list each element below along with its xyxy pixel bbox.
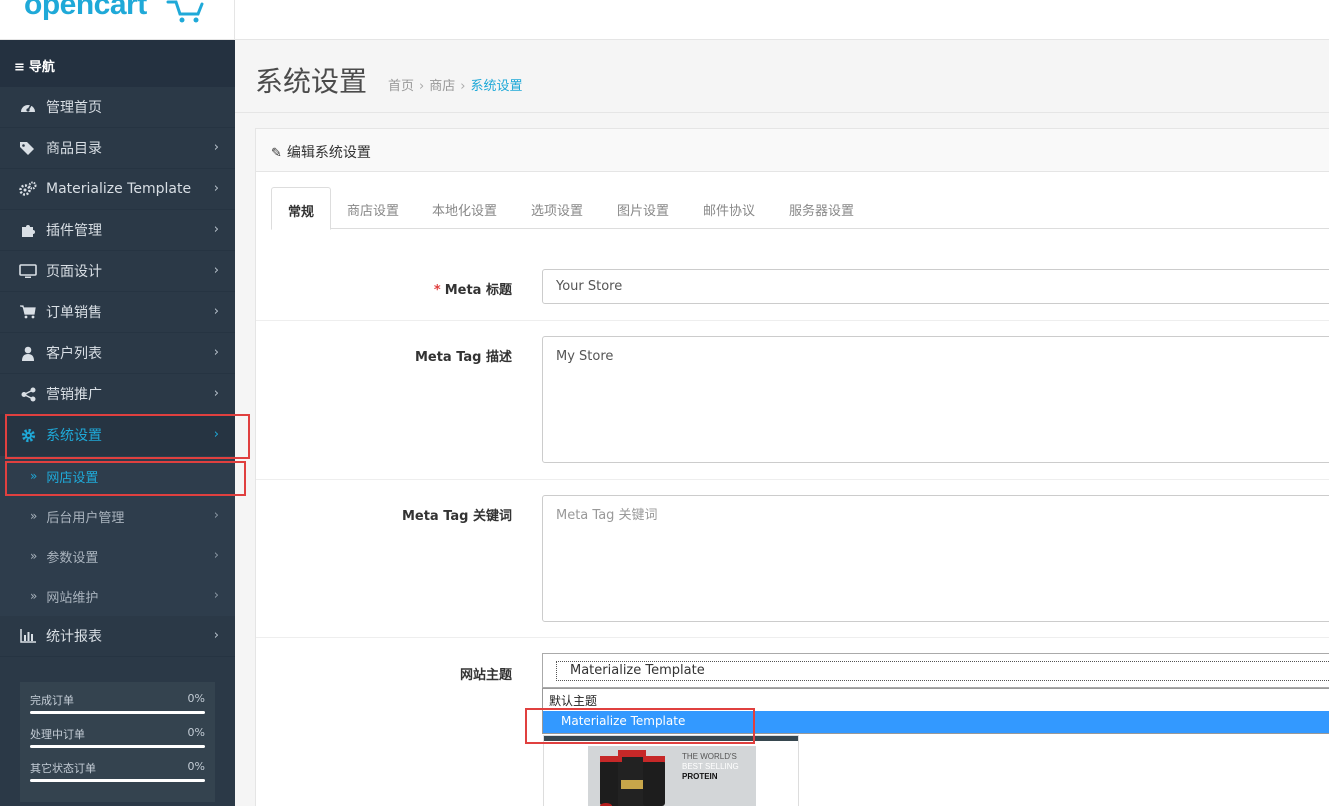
theme-label: 网站主题 [459,668,512,683]
breadcrumb-current[interactable]: 系统设置 [470,79,522,94]
sidebar-item-extensions[interactable]: 插件管理 › [0,210,235,251]
stat-complete: 完成订单 0% [30,688,205,722]
row-divider [256,637,1329,638]
user-icon [19,346,37,361]
monitor-icon [19,263,37,279]
tab-server[interactable]: 服务器设置 [773,187,870,229]
chevron-right-icon: › [213,140,219,155]
panel-heading: ✎ 编辑系统设置 [256,129,1329,172]
page-header: 系统设置 首页 › 商店 › 系统设置 [235,40,1329,113]
double-chevron-icon: » [30,589,38,603]
sidebar-item-marketing[interactable]: 营销推广 › [0,374,235,415]
breadcrumb: 首页 › 商店 › 系统设置 [388,75,522,94]
tab-bar: 常规 商店设置 本地化设置 选项设置 图片设置 邮件协议 服务器设置 [271,187,1329,230]
theme-selected-value: Materialize Template [556,661,1329,681]
sidebar-item-reports[interactable]: 统计报表 › [0,616,235,657]
breadcrumb-separator-icon: › [419,79,425,94]
logo[interactable]: opencart [0,0,235,40]
pencil-icon: ✎ [271,146,282,161]
stat-other: 其它状态订单 0% [30,756,205,790]
sidebar-item-label: 管理首页 [46,100,102,116]
highlight-box [5,414,250,459]
chevron-right-icon: › [213,508,219,523]
meta-description-label: Meta Tag 描述 [414,350,512,365]
meta-description-textarea[interactable]: My Store [542,336,1329,463]
sidebar-subitem-label: 后台用户管理 [46,510,125,526]
sidebar-item-label: 页面设计 [46,264,102,280]
chevron-right-icon: › [213,345,219,360]
row-divider [256,320,1329,321]
bar-chart-icon [19,629,37,643]
sidebar-item-customers[interactable]: 客户列表 › [0,333,235,374]
meta-keywords-textarea[interactable] [542,495,1329,622]
share-icon [19,387,37,402]
sidebar-item-design[interactable]: 页面设计 › [0,251,235,292]
sidebar-item-dashboard[interactable]: 管理首页 [0,87,235,128]
chevron-right-icon: › [213,181,219,196]
puzzle-icon [19,222,37,238]
sidebar-subitem-label: 参数设置 [46,550,99,566]
chevron-right-icon: › [213,628,219,643]
tab-general[interactable]: 常规 [271,187,332,230]
meta-title-input[interactable] [542,269,1329,304]
logo-text: opencart [24,0,147,21]
progress-bar [30,745,205,748]
sidebar-item-label: 统计报表 [46,629,102,645]
cart-icon [19,305,37,319]
sidebar-item-label: 客户列表 [46,346,102,362]
progress-bar [30,711,205,714]
sidebar-item-label: Materialize Template [46,181,192,197]
cogs-icon [19,181,37,197]
highlight-box [5,461,246,496]
breadcrumb-home[interactable]: 首页 [388,79,414,94]
sidebar-item-label: 订单销售 [46,305,102,321]
sidebar-subitem-label: 网站维护 [46,590,99,606]
protein-banner-image: THE WORLD'S BEST SELLING PROTEIN [588,746,756,806]
tab-localisation[interactable]: 本地化设置 [416,187,513,229]
sidebar-item-sales[interactable]: 订单销售 › [0,292,235,333]
chevron-right-icon: › [213,386,219,401]
sidebar-item-catalog[interactable]: 商品目录 › [0,128,235,169]
tab-image[interactable]: 图片设置 [601,187,685,229]
row-divider [256,479,1329,480]
dashboard-icon [19,100,37,114]
meta-keywords-label: Meta Tag 关键词 [401,509,512,524]
theme-preview-image: THE WORLD'S BEST SELLING PROTEIN [543,735,799,806]
tab-mail[interactable]: 邮件协议 [687,187,771,229]
double-chevron-icon: » [30,509,38,523]
sidebar-subitem-localisation[interactable]: » 参数设置 › [0,536,235,576]
menu-icon: ≡ [14,60,25,75]
chevron-right-icon: › [213,222,219,237]
chevron-right-icon: › [213,304,219,319]
settings-panel: ✎ 编辑系统设置 常规 商店设置 本地化设置 选项设置 图片设置 邮件协议 服务器… [255,128,1329,806]
nav-title[interactable]: ≡ 导航 [0,40,235,87]
sidebar-item-label: 营销推广 [46,387,102,403]
chevron-right-icon: › [213,548,219,563]
sidebar-item-label: 插件管理 [46,223,102,239]
breadcrumb-store[interactable]: 商店 [429,79,455,94]
breadcrumb-separator-icon: › [460,79,466,94]
sidebar-subitem-maintenance[interactable]: » 网站维护 › [0,576,235,616]
sidebar-item-materialize[interactable]: Materialize Template › [0,169,235,210]
stat-processing: 处理中订单 0% [30,722,205,756]
meta-title-label: * Meta 标题 [433,283,512,298]
tags-icon [19,141,37,155]
tab-options[interactable]: 选项设置 [515,187,599,229]
order-stats: 完成订单 0% 处理中订单 0% 其它状态订单 0% [20,682,215,802]
logo-cart-icon [166,0,204,23]
page-title: 系统设置 [255,65,368,98]
highlight-box [525,708,755,744]
tab-store[interactable]: 商店设置 [331,187,415,229]
chevron-right-icon: › [213,263,219,278]
sidebar-item-label: 商品目录 [46,141,102,157]
progress-bar [30,779,205,782]
sidebar-subitem-users[interactable]: » 后台用户管理 › [0,496,235,536]
chevron-right-icon: › [213,588,219,603]
theme-select[interactable]: Materialize Template [542,653,1329,688]
top-bar: opencart [0,0,1329,40]
double-chevron-icon: » [30,549,38,563]
